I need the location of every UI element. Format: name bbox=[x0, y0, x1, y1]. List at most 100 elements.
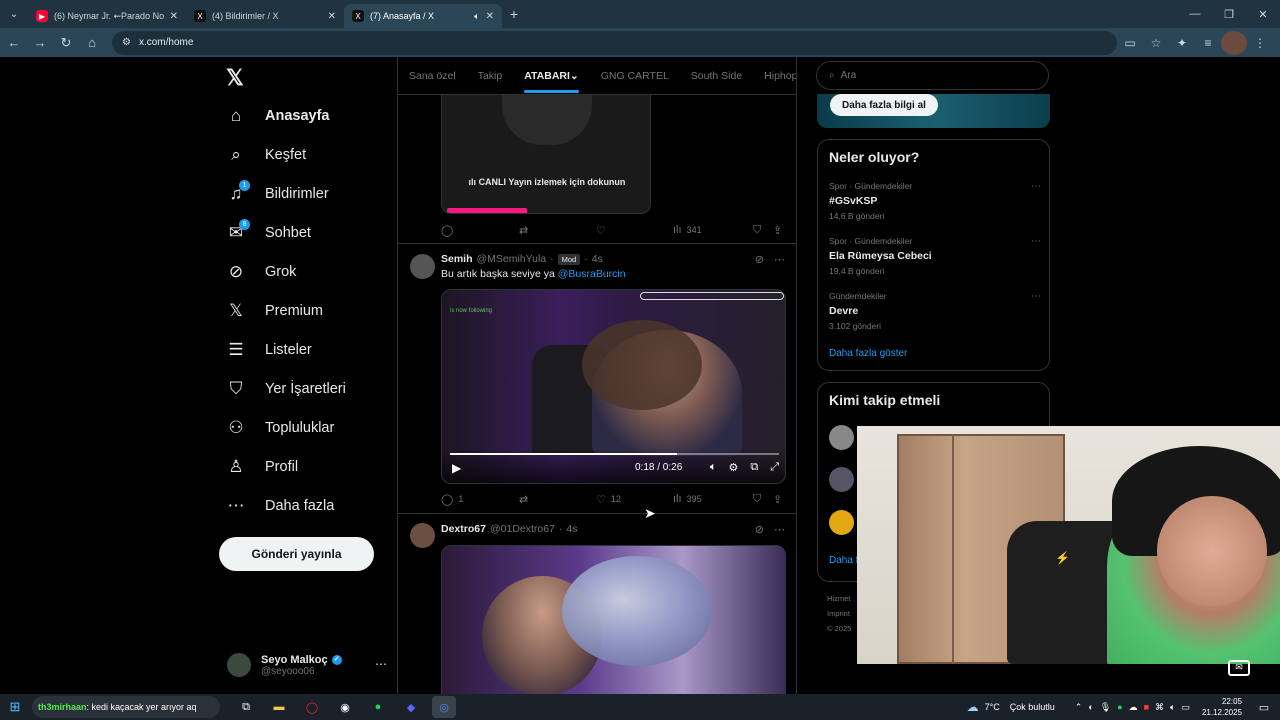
steam-icon[interactable]: ◐ bbox=[1088, 702, 1093, 713]
profile-avatar[interactable] bbox=[1221, 30, 1247, 55]
sidebar-item-profil[interactable]: ♙ Profil bbox=[226, 454, 298, 480]
author-name[interactable]: Semih bbox=[441, 253, 473, 265]
home-browser-icon[interactable]: ⌂ bbox=[80, 31, 104, 55]
volume-icon[interactable]: 🔈︎ bbox=[1170, 702, 1175, 713]
mention-link[interactable]: @BusraBurcin bbox=[558, 268, 626, 280]
settings-icon[interactable]: ⚙ bbox=[728, 461, 738, 474]
video-progress[interactable] bbox=[450, 453, 779, 455]
like-button[interactable]: ♡ 12 bbox=[596, 493, 621, 506]
reply-button[interactable]: ◯ 1 bbox=[441, 493, 463, 506]
share-icon[interactable]: ⇪ bbox=[773, 493, 787, 506]
post-button[interactable]: Gönderi yayınla bbox=[219, 537, 374, 571]
views-stat[interactable]: ılı 395 bbox=[673, 493, 702, 505]
spotify-icon[interactable]: ● bbox=[366, 696, 390, 718]
more-icon[interactable]: ⋯ bbox=[774, 523, 785, 536]
notification-icon[interactable]: ▭ bbox=[1254, 701, 1274, 714]
back-icon[interactable]: ← bbox=[2, 31, 26, 55]
repost-icon[interactable]: ⇄ bbox=[519, 224, 533, 237]
more-icon[interactable]: ⋯ bbox=[375, 657, 387, 671]
like-icon[interactable]: ♡ bbox=[596, 224, 611, 237]
browser-tab-notifications[interactable]: X (4) Bildirimler / X ✕ bbox=[186, 4, 344, 28]
sidebar-item-sohbet[interactable]: ✉ 8 Sohbet bbox=[226, 219, 311, 246]
tab-takip[interactable]: Takip bbox=[467, 57, 514, 94]
network-icon[interactable]: ⌘ bbox=[1155, 702, 1164, 713]
file-explorer-icon[interactable]: ▬ bbox=[267, 696, 291, 718]
cast-icon[interactable]: ▭ bbox=[1117, 31, 1143, 55]
fullscreen-icon[interactable]: ⤢ bbox=[770, 461, 779, 474]
reload-icon[interactable]: ↻ bbox=[54, 31, 78, 55]
author-handle[interactable]: @01Dextro67 bbox=[490, 523, 555, 535]
video-player[interactable]: is now following ▶ 0:18 / 0:26 🔈︎ ⚙ ⧉ ⤢ bbox=[441, 289, 786, 484]
site-info-icon[interactable]: ⚙ bbox=[122, 37, 131, 48]
x-logo-icon[interactable]: 𝕏 bbox=[226, 65, 244, 91]
more-icon[interactable]: ⋯ bbox=[1031, 181, 1041, 192]
record-icon[interactable]: ■ bbox=[1144, 702, 1149, 713]
show-more-link[interactable]: Daha f bbox=[829, 555, 858, 566]
volume-icon[interactable]: 🔈︎ bbox=[710, 461, 717, 474]
more-icon[interactable]: ⋯ bbox=[774, 253, 785, 266]
sidebar-item-premium[interactable]: 𝕏 Premium bbox=[226, 298, 323, 324]
more-icon[interactable]: ⋯ bbox=[1031, 291, 1041, 302]
repost-icon[interactable]: ⇄ bbox=[519, 493, 533, 506]
reply-icon[interactable]: ◯ bbox=[441, 224, 458, 237]
weather-widget[interactable]: ☁ 7°C Çok bulutlu bbox=[967, 700, 1055, 714]
live-stream-card[interactable]: ılı CANLI Yayın izlemek için dokunun bbox=[441, 95, 651, 214]
sidebar-item-yer-i̇şaretleri[interactable]: ⛉ Yer İşaretleri bbox=[226, 376, 346, 402]
new-tab-button[interactable]: + bbox=[502, 6, 526, 22]
account-switcher[interactable]: Seyo Malkoç ✓ @seyooo06 ⋯ bbox=[227, 647, 387, 683]
clock[interactable]: 22:05 21.12.2025 bbox=[1202, 696, 1242, 718]
star-icon[interactable]: ☆ bbox=[1143, 31, 1169, 55]
learn-more-button[interactable]: Daha fazla bilgi al bbox=[830, 94, 938, 116]
opera-icon[interactable]: ◯ bbox=[300, 696, 324, 718]
browser-tab-youtube[interactable]: ▶ (6) Neymar Jr. ⇜Parado No Bai ✕ bbox=[28, 4, 186, 28]
share-icon[interactable]: ⇪ bbox=[773, 224, 787, 237]
media-icon[interactable]: ≡ bbox=[1195, 31, 1221, 55]
sidebar-item-daha-fazla[interactable]: ⋯ Daha fazla bbox=[226, 493, 335, 519]
tab-gng-cartel[interactable]: GNG CARTEL bbox=[590, 57, 680, 94]
minimize-icon[interactable]: — bbox=[1178, 0, 1212, 28]
sidebar-item-keşfet[interactable]: ⌕ Keşfet bbox=[226, 142, 306, 168]
footer-link[interactable]: Imprint bbox=[827, 606, 851, 621]
mail-icon[interactable]: ✉ bbox=[1228, 660, 1250, 676]
avatar[interactable] bbox=[829, 467, 854, 492]
discord-icon[interactable]: ◆ bbox=[399, 696, 423, 718]
windows-start-icon[interactable]: ⊞ bbox=[0, 694, 30, 720]
avatar[interactable] bbox=[410, 523, 435, 548]
sidebar-item-anasayfa[interactable]: ⌂ Anasayfa bbox=[226, 103, 330, 129]
forward-icon[interactable]: → bbox=[28, 31, 52, 55]
sidebar-item-bildirimler[interactable]: ♫ 1 Bildirimler bbox=[226, 180, 329, 207]
timestamp[interactable]: 4s bbox=[592, 253, 603, 265]
trend-item[interactable]: Spor · Gündemdekiler #GSvKSP 14,6 B gönd… bbox=[829, 181, 1041, 221]
search-input[interactable]: ⌕ Ara bbox=[816, 61, 1049, 90]
trend-item[interactable]: Gündemdekiler Devre 3.102 gönderi ⋯ bbox=[829, 291, 1041, 331]
avatar[interactable] bbox=[829, 425, 854, 450]
tab-atabari[interactable]: ATABARI ⌄ bbox=[513, 57, 590, 94]
cloud-tray-icon[interactable]: ☁ bbox=[1129, 702, 1138, 713]
close-icon[interactable]: ✕ bbox=[170, 11, 178, 22]
menu-icon[interactable]: ⋮ bbox=[1247, 31, 1273, 55]
grok-icon[interactable]: ⊘ bbox=[755, 523, 764, 536]
sidebar-item-grok[interactable]: ⊘ Grok bbox=[226, 259, 297, 285]
taskbar-search[interactable]: th3mirhaan : kedi kaçacak yer arıyor aq bbox=[32, 696, 220, 718]
tab-search-icon[interactable]: ⌄ bbox=[0, 0, 28, 28]
more-icon[interactable]: ⋯ bbox=[1031, 236, 1041, 247]
chrome-icon[interactable]: ◎ bbox=[432, 696, 456, 718]
video-player[interactable] bbox=[441, 545, 786, 694]
close-icon[interactable]: ✕ bbox=[486, 11, 494, 22]
close-window-icon[interactable]: ✕ bbox=[1246, 0, 1280, 28]
author-handle[interactable]: @MSemihYula bbox=[477, 253, 547, 265]
sidebar-item-topluluklar[interactable]: ⚇ Topluluklar bbox=[226, 415, 334, 441]
timestamp[interactable]: 4s bbox=[566, 523, 577, 535]
trend-item[interactable]: Spor · Gündemdekiler Ela Rümeysa Cebeci … bbox=[829, 236, 1041, 276]
sidebar-item-listeler[interactable]: ☰ Listeler bbox=[226, 337, 311, 363]
close-icon[interactable]: ✕ bbox=[328, 11, 336, 22]
views-stat[interactable]: ılı 341 bbox=[673, 224, 702, 236]
avatar[interactable] bbox=[410, 254, 435, 279]
browser-tab-home[interactable]: X (7) Anasayfa / X 🔈︎ ✕ bbox=[344, 4, 502, 28]
pip-icon[interactable]: ⧉ bbox=[750, 461, 758, 474]
mic-icon[interactable]: 🎙︎ bbox=[1100, 702, 1111, 713]
extensions-icon[interactable]: ✦ bbox=[1169, 31, 1195, 55]
tab-hiphop-m[interactable]: Hiphop M bbox=[753, 57, 796, 94]
chevron-up-icon[interactable]: ⌃ bbox=[1075, 702, 1083, 713]
bookmark-icon[interactable]: ⛉ bbox=[753, 493, 766, 506]
